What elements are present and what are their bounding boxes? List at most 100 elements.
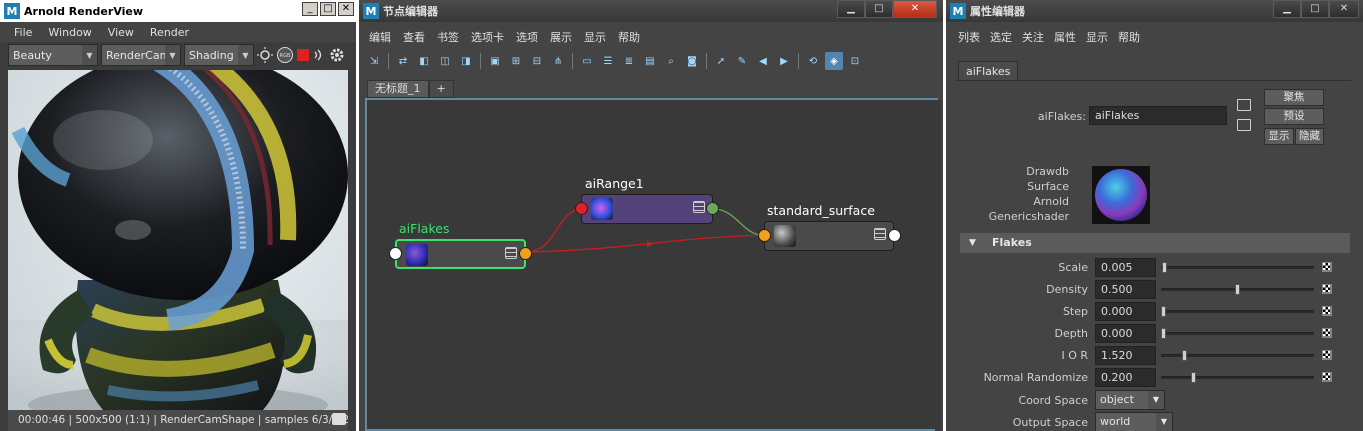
param-value-field[interactable]: 0.000: [1095, 302, 1156, 321]
close-button[interactable]: ✕: [338, 2, 354, 16]
node-name-field[interactable]: aiFlakes: [1089, 106, 1227, 125]
menu-focus[interactable]: 关注: [1017, 29, 1049, 45]
node-list-icon[interactable]: [505, 247, 517, 259]
select-upstream-icon[interactable]: ◀: [754, 52, 772, 70]
input-connection-icon[interactable]: [1237, 99, 1251, 111]
select-downstream-icon[interactable]: ▶: [775, 52, 793, 70]
show-button[interactable]: 显示: [1264, 128, 1294, 145]
tab-aiflakes[interactable]: aiFlakes: [958, 61, 1019, 81]
param-slider-thumb[interactable]: [1235, 284, 1240, 295]
node-list-icon[interactable]: [874, 228, 886, 240]
menu-list[interactable]: 列表: [946, 29, 985, 45]
ipr-signal-icon[interactable]: [312, 48, 326, 62]
menu-attributes[interactable]: 属性: [1049, 29, 1081, 45]
auto-add-icon[interactable]: ◈: [825, 52, 843, 70]
swap-arrows-icon[interactable]: ⇄: [394, 52, 412, 70]
param-value-field[interactable]: 1.520: [1095, 346, 1156, 365]
map-button-icon[interactable]: [1322, 306, 1332, 316]
minimize-button[interactable]: ▁: [837, 0, 865, 18]
param-slider-thumb[interactable]: [1161, 328, 1166, 339]
snap-grid-icon[interactable]: ⊡: [846, 52, 864, 70]
output-connection-icon[interactable]: [1237, 119, 1251, 131]
param-value-field[interactable]: 0.200: [1095, 368, 1156, 387]
param-slider-track[interactable]: [1161, 376, 1314, 379]
menu-edit[interactable]: 编辑: [359, 29, 397, 45]
map-button-icon[interactable]: [1322, 350, 1332, 360]
coord-space-select[interactable]: object ▼: [1095, 390, 1165, 410]
menu-options[interactable]: 选项: [510, 29, 544, 45]
layout-icon[interactable]: ⊞: [507, 52, 525, 70]
hierarchy-icon[interactable]: ⋔: [549, 52, 567, 70]
add-tab-button[interactable]: +: [428, 80, 454, 98]
node-graph-canvas[interactable]: aiFlakes aiRange1 standard_surface: [365, 98, 938, 431]
graph-input-icon[interactable]: ⇲: [365, 52, 383, 70]
port-input-aiflakes[interactable]: [389, 247, 402, 260]
menu-file[interactable]: File: [0, 26, 40, 39]
renderview-titlebar[interactable]: M Arnold RenderView _ □ ✕: [0, 0, 356, 22]
full-mode-icon[interactable]: ≣: [620, 52, 638, 70]
sun-icon[interactable]: [257, 47, 273, 63]
port-input-standard-surface[interactable]: [758, 229, 771, 242]
menu-help[interactable]: 帮助: [612, 29, 646, 45]
maximize-button[interactable]: □: [320, 2, 336, 16]
maximize-button[interactable]: □: [1301, 0, 1329, 18]
align-icon[interactable]: ⊟: [528, 52, 546, 70]
param-slider-thumb[interactable]: [1161, 306, 1166, 317]
menu-tabs[interactable]: 选项卡: [465, 29, 510, 45]
presets-button[interactable]: 预设: [1264, 108, 1324, 125]
port-output-standard-surface[interactable]: [888, 229, 901, 242]
menu-show[interactable]: 展示: [544, 29, 578, 45]
map-button-icon[interactable]: [1322, 284, 1332, 294]
node-standard-surface[interactable]: [764, 221, 894, 251]
param-slider-thumb[interactable]: [1191, 372, 1196, 383]
rgb-icon[interactable]: RGB: [276, 46, 294, 64]
port-output-airange1[interactable]: [706, 202, 719, 215]
menu-help[interactable]: 帮助: [1113, 29, 1145, 45]
port-output-aiflakes[interactable]: [519, 247, 532, 260]
attribute-editor-titlebar[interactable]: M 属性编辑器 ▁ □ ✕: [946, 0, 1363, 22]
menu-show[interactable]: 显示: [1081, 29, 1113, 45]
map-button-icon[interactable]: [1322, 262, 1332, 272]
select-tool-icon[interactable]: ➚: [712, 52, 730, 70]
search-icon[interactable]: ⌕: [662, 52, 680, 70]
aov-select[interactable]: Beauty ▼: [8, 44, 98, 66]
mode-select[interactable]: Shading ▼: [184, 44, 254, 66]
map-button-icon[interactable]: [1322, 372, 1332, 382]
simple-mode-icon[interactable]: ▭: [578, 52, 596, 70]
in-out-connections-icon[interactable]: ◫: [436, 52, 454, 70]
pin-icon[interactable]: ✎: [733, 52, 751, 70]
param-value-field[interactable]: 0.500: [1095, 280, 1156, 299]
camera-snapshot-icon[interactable]: [332, 413, 346, 425]
custom-mode-icon[interactable]: ▤: [641, 52, 659, 70]
node-editor-titlebar[interactable]: M 节点编辑器 ▁ □ ✕: [359, 0, 943, 22]
menu-render[interactable]: Render: [142, 26, 197, 39]
param-slider-thumb[interactable]: [1182, 350, 1187, 361]
input-connections-icon[interactable]: ◧: [415, 52, 433, 70]
connected-mode-icon[interactable]: ☰: [599, 52, 617, 70]
graph-material-icon[interactable]: ⟲: [804, 52, 822, 70]
frame-all-icon[interactable]: ▣: [486, 52, 504, 70]
stop-render-icon[interactable]: [297, 49, 309, 61]
section-flakes[interactable]: ▼ Flakes: [960, 233, 1350, 253]
menu-window[interactable]: Window: [40, 26, 99, 39]
camera-select[interactable]: RenderCam ▼: [101, 44, 181, 66]
node-aiflakes[interactable]: [395, 239, 526, 269]
focus-button[interactable]: 聚焦: [1264, 89, 1324, 106]
gear-icon[interactable]: [329, 47, 345, 63]
menu-view[interactable]: View: [100, 26, 142, 39]
port-input-airange1[interactable]: [575, 202, 588, 215]
menu-selected[interactable]: 选定: [985, 29, 1017, 45]
hide-button[interactable]: 隐藏: [1295, 128, 1324, 145]
param-value-field[interactable]: 0.005: [1095, 258, 1156, 277]
tab-untitled[interactable]: 无标题_1: [367, 80, 429, 98]
minimize-button[interactable]: _: [302, 2, 318, 16]
material-swatch[interactable]: [1092, 166, 1150, 224]
node-list-icon[interactable]: [693, 201, 705, 213]
menu-display[interactable]: 显示: [578, 29, 612, 45]
close-button[interactable]: ✕: [1329, 0, 1359, 18]
minimize-button[interactable]: ▁: [1273, 0, 1301, 18]
menu-bookmarks[interactable]: 书签: [431, 29, 465, 45]
param-slider-track[interactable]: [1161, 266, 1314, 269]
param-slider-track[interactable]: [1161, 310, 1314, 313]
param-slider-track[interactable]: [1161, 332, 1314, 335]
